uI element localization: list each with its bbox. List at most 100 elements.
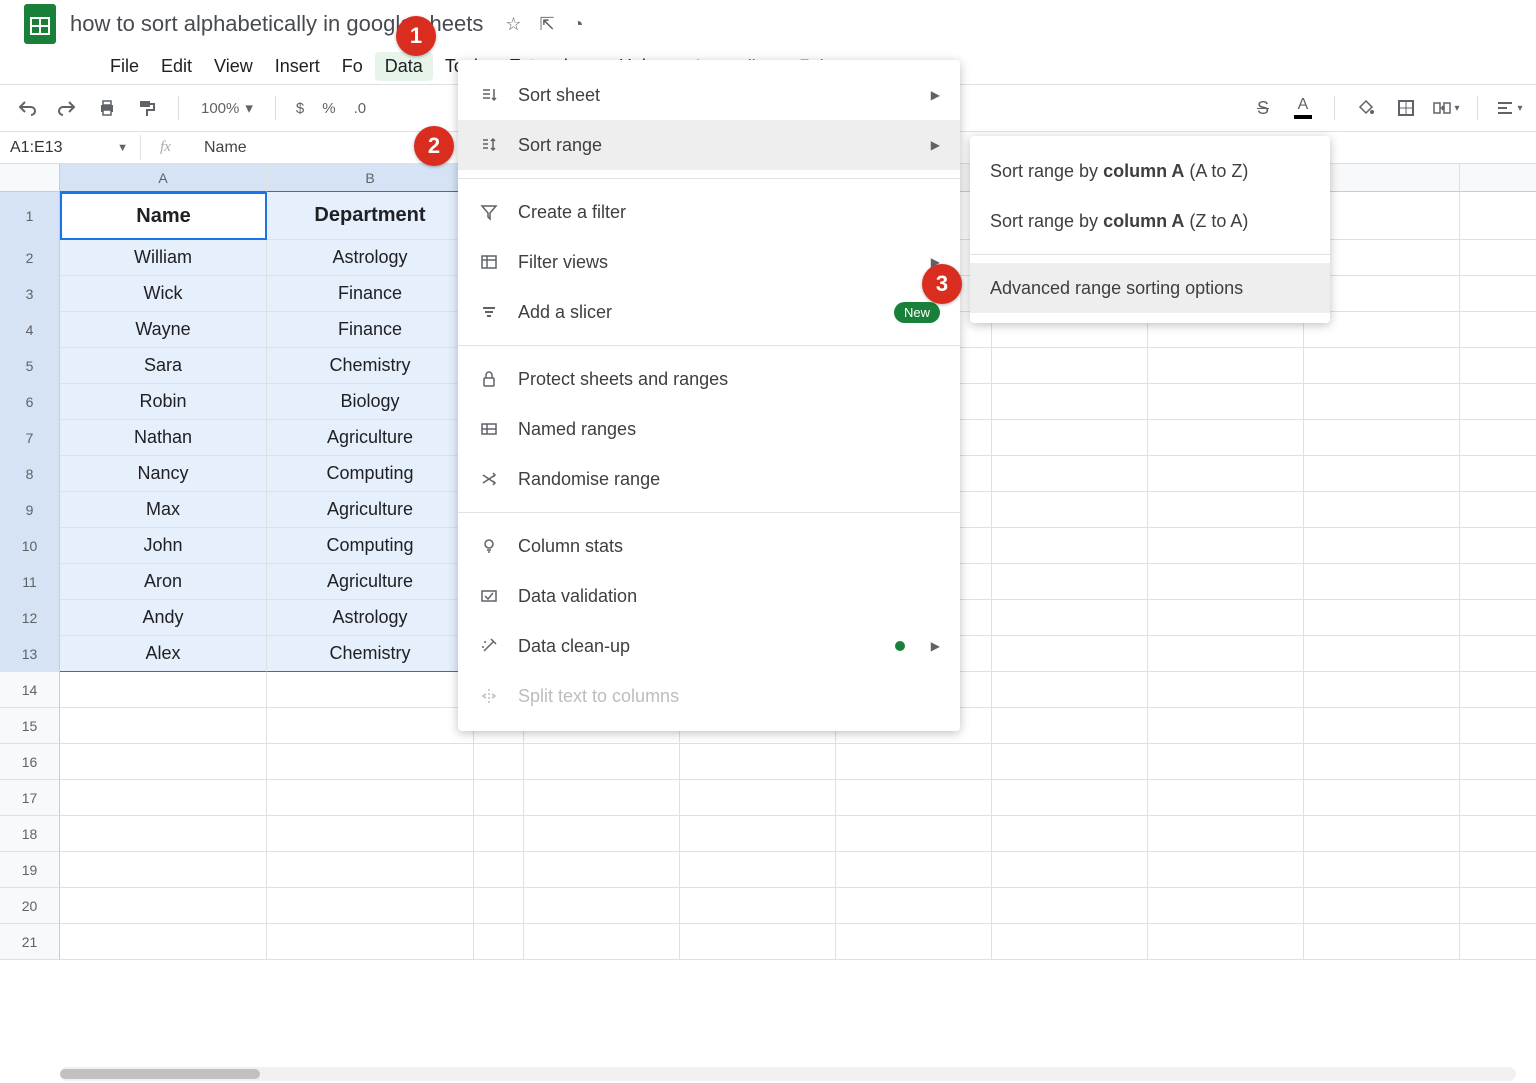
menu-item-named-ranges[interactable]: Named ranges xyxy=(458,404,960,454)
cell[interactable] xyxy=(1304,420,1460,456)
cell[interactable]: Robin xyxy=(60,384,267,420)
cell[interactable] xyxy=(60,888,267,924)
row-header[interactable]: 1 xyxy=(0,192,60,240)
cell[interactable] xyxy=(1460,528,1536,564)
cell[interactable] xyxy=(992,744,1148,780)
cell[interactable] xyxy=(1460,816,1536,852)
row-header[interactable]: 4 xyxy=(0,312,60,348)
col-header-B[interactable]: B xyxy=(267,164,474,192)
cell[interactable] xyxy=(992,780,1148,816)
cell[interactable] xyxy=(1148,672,1304,708)
cell[interactable]: John xyxy=(60,528,267,564)
cell[interactable] xyxy=(1304,780,1460,816)
cell[interactable] xyxy=(1148,564,1304,600)
cell[interactable] xyxy=(1148,348,1304,384)
cell[interactable] xyxy=(1304,924,1460,960)
move-icon[interactable]: ⇱ xyxy=(540,14,555,35)
menu-item-create-filter[interactable]: Create a filter xyxy=(458,187,960,237)
cell[interactable] xyxy=(524,888,680,924)
cell[interactable] xyxy=(474,816,524,852)
row-header[interactable]: 20 xyxy=(0,888,60,924)
fill-color-icon[interactable] xyxy=(1351,93,1381,123)
row-header[interactable]: 13 xyxy=(0,636,60,672)
cell[interactable] xyxy=(267,852,474,888)
cell[interactable] xyxy=(1304,564,1460,600)
cell[interactable] xyxy=(1460,192,1536,240)
menu-item-protect[interactable]: Protect sheets and ranges xyxy=(458,354,960,404)
cell[interactable]: Alex xyxy=(60,636,267,672)
cell[interactable] xyxy=(1304,744,1460,780)
cell[interactable] xyxy=(992,420,1148,456)
cell[interactable] xyxy=(1148,852,1304,888)
menu-item-data-cleanup[interactable]: Data clean-up ▶ xyxy=(458,621,960,671)
cell[interactable] xyxy=(1460,456,1536,492)
cell[interactable] xyxy=(1460,312,1536,348)
cell[interactable] xyxy=(267,744,474,780)
cell[interactable] xyxy=(992,672,1148,708)
cell[interactable] xyxy=(267,708,474,744)
select-all-corner[interactable] xyxy=(0,164,60,192)
cell[interactable] xyxy=(680,780,836,816)
cell[interactable] xyxy=(1460,744,1536,780)
menu-item-data-validation[interactable]: Data validation xyxy=(458,571,960,621)
cell[interactable]: Astrology xyxy=(267,600,474,636)
row-header[interactable]: 21 xyxy=(0,924,60,960)
cell[interactable]: Wick xyxy=(60,276,267,312)
cell[interactable] xyxy=(992,816,1148,852)
menu-file[interactable]: File xyxy=(100,52,149,81)
cell[interactable] xyxy=(992,348,1148,384)
zoom-dropdown[interactable]: 100%▾ xyxy=(195,99,259,117)
menu-item-filter-views[interactable]: Filter views ▶ xyxy=(458,237,960,287)
cell[interactable] xyxy=(60,744,267,780)
cell[interactable] xyxy=(1148,780,1304,816)
scrollbar-thumb[interactable] xyxy=(60,1069,260,1079)
cell[interactable] xyxy=(1460,672,1536,708)
cell[interactable]: William xyxy=(60,240,267,276)
cell[interactable]: Agriculture xyxy=(267,564,474,600)
cell[interactable] xyxy=(1460,600,1536,636)
cell[interactable] xyxy=(1460,384,1536,420)
format-percent-button[interactable]: % xyxy=(318,100,339,117)
cell[interactable] xyxy=(524,852,680,888)
cell[interactable]: Department xyxy=(267,192,474,240)
cell[interactable] xyxy=(60,816,267,852)
col-header[interactable] xyxy=(1460,164,1536,192)
cell[interactable] xyxy=(836,816,992,852)
cell[interactable] xyxy=(1148,456,1304,492)
row-header[interactable]: 11 xyxy=(0,564,60,600)
cell[interactable] xyxy=(992,852,1148,888)
cell[interactable] xyxy=(1148,708,1304,744)
cell[interactable] xyxy=(474,780,524,816)
merge-cells-icon[interactable]: ▾ xyxy=(1431,93,1461,123)
strikethrough-icon[interactable]: S xyxy=(1248,93,1278,123)
cell[interactable] xyxy=(1148,816,1304,852)
cell[interactable] xyxy=(836,924,992,960)
cell[interactable] xyxy=(60,924,267,960)
cell[interactable] xyxy=(1304,708,1460,744)
cell[interactable] xyxy=(524,924,680,960)
formula-bar-input[interactable]: Name xyxy=(190,139,247,157)
borders-icon[interactable] xyxy=(1391,93,1421,123)
sheets-logo-icon[interactable] xyxy=(20,4,60,44)
cell[interactable]: Biology xyxy=(267,384,474,420)
cell[interactable] xyxy=(1304,492,1460,528)
cell[interactable] xyxy=(474,852,524,888)
cell[interactable] xyxy=(474,888,524,924)
cell[interactable] xyxy=(1460,348,1536,384)
cell[interactable]: Wayne xyxy=(60,312,267,348)
cell[interactable]: Andy xyxy=(60,600,267,636)
cell[interactable] xyxy=(992,708,1148,744)
redo-icon[interactable] xyxy=(52,93,82,123)
cell[interactable] xyxy=(60,852,267,888)
cell[interactable] xyxy=(60,780,267,816)
cell[interactable]: Finance xyxy=(267,312,474,348)
text-color-icon[interactable]: A xyxy=(1288,93,1318,123)
cell[interactable] xyxy=(1148,636,1304,672)
cell[interactable] xyxy=(1460,240,1536,276)
cell[interactable] xyxy=(267,888,474,924)
row-header[interactable]: 2 xyxy=(0,240,60,276)
cell[interactable] xyxy=(1304,348,1460,384)
cell[interactable] xyxy=(1148,888,1304,924)
cell[interactable] xyxy=(992,456,1148,492)
menu-item-randomise[interactable]: Randomise range xyxy=(458,454,960,504)
